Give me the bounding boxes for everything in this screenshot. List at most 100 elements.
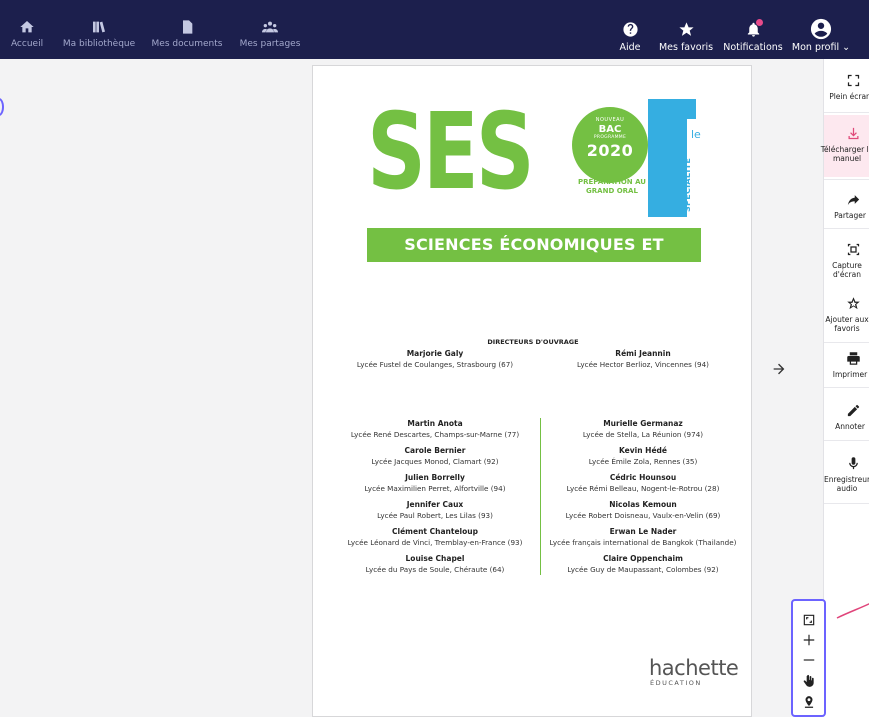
- nav-notifications[interactable]: Notifications: [723, 0, 783, 59]
- author-school: Lycée Léonard de Vinci, Tremblay-en-Fran…: [347, 538, 523, 547]
- nav-ma-bibliotheque[interactable]: Ma bibliothèque: [62, 0, 136, 59]
- pencil-icon: [847, 404, 859, 417]
- author-name: Carole Bernier: [404, 446, 466, 455]
- author-name: Nicolas Kemoun: [609, 500, 677, 509]
- publisher-name: hachette: [649, 656, 739, 680]
- pink-annotation-stroke: [836, 603, 869, 619]
- author-name: Jennifer Caux: [406, 500, 464, 509]
- author-school: Lycée Émile Zola, Rennes (35): [588, 457, 698, 466]
- screenshot-button[interactable]: Capture d'écran: [824, 242, 869, 279]
- author-school: Lycée français international de Bangkok …: [549, 538, 737, 547]
- author-entry: Kevin Hédé Lycée Émile Zola, Rennes (35): [543, 446, 743, 466]
- download-manual-button[interactable]: Télécharger le manuel: [821, 115, 869, 177]
- author-entry: Cédric Hounsou Lycée Rémi Belleau, Nogen…: [543, 473, 743, 493]
- user-icon: [810, 18, 832, 40]
- author-name: Martin Anota: [407, 419, 463, 428]
- author-school: Lycée Robert Doisneau, Vaulx-en-Velin (6…: [565, 511, 721, 520]
- toolbar-separator: [824, 112, 869, 113]
- add-to-favorites-button[interactable]: Ajouter aux favoris: [824, 296, 869, 333]
- author-entry: Martin Anota Lycée René Descartes, Champ…: [335, 419, 535, 439]
- author-entry: Julien Borrelly Lycée Maximilien Perret,…: [335, 473, 535, 493]
- toolbar-separator: [824, 179, 869, 180]
- publisher-sub: ÉDUCATION: [650, 679, 702, 687]
- director-school: Lycée Hector Berlioz, Vincennes (94): [577, 360, 709, 369]
- badge-nouveau: NOUVEAU: [595, 117, 625, 123]
- t-letter-stem: [648, 115, 687, 217]
- toolbar-separator: [824, 503, 869, 504]
- fullscreen-button[interactable]: Plein écran: [824, 73, 869, 101]
- director-2: Rémi Jeannin Lycée Hector Berlioz, Vince…: [543, 349, 743, 369]
- nav-mes-favoris[interactable]: Mes favoris: [658, 0, 714, 59]
- chevron-down-icon: ⌄: [842, 42, 851, 53]
- nav-ma-bibliotheque-label: Ma bibliothèque: [62, 39, 136, 49]
- authors-left-column: Martin Anota Lycée René Descartes, Champ…: [335, 419, 535, 581]
- directors-title: DIRECTEURS D'OUVRAGE: [487, 338, 579, 346]
- next-page-button[interactable]: [757, 340, 801, 398]
- author-name: Clément Chanteloup: [392, 527, 478, 536]
- print-label: Imprimer: [832, 370, 868, 379]
- fit-page-icon: [803, 614, 815, 626]
- author-name: Julien Borrelly: [405, 473, 465, 482]
- author-name: Cédric Hounsou: [609, 473, 677, 482]
- top-navigation-bar: Accueil Ma bibliothèque Mes documents Me…: [0, 0, 869, 59]
- download-manual-label: Télécharger le manuel: [820, 145, 869, 163]
- author-entry: Murielle Germanaz Lycée de Stella, La Ré…: [543, 419, 743, 439]
- toolbar-separator: [824, 228, 869, 229]
- zoom-out-button[interactable]: [801, 652, 817, 668]
- audio-recorder-label: Enregistreur audio: [823, 475, 869, 493]
- nav-mes-documents[interactable]: Mes documents: [152, 0, 222, 59]
- annotate-button[interactable]: Annoter: [824, 403, 869, 431]
- book-page: SES NOUVEAU BAC PROGRAMME 2020 PRÉPARATI…: [312, 65, 752, 717]
- nav-mes-favoris-label: Mes favoris: [658, 42, 714, 53]
- help-icon: [622, 22, 638, 37]
- nav-accueil-label: Accueil: [10, 39, 44, 49]
- nav-mes-partages-label: Mes partages: [239, 39, 301, 49]
- star-icon: [678, 22, 694, 36]
- notification-badge: [756, 19, 763, 26]
- nav-aide-label: Aide: [619, 42, 641, 53]
- author-name: Murielle Germanaz: [603, 419, 683, 428]
- nav-accueil[interactable]: Accueil: [10, 0, 44, 59]
- share-button[interactable]: Partager: [824, 192, 869, 220]
- author-entry: Erwan Le Nader Lycée français internatio…: [543, 527, 743, 547]
- author-entry: Clément Chanteloup Lycée Léonard de Vinc…: [335, 527, 535, 547]
- author-school: Lycée René Descartes, Champs-sur-Marne (…: [350, 430, 520, 439]
- zoom-controls: [791, 599, 826, 717]
- print-icon: [846, 352, 860, 365]
- director-1: Marjorie Galy Lycée Fustel de Coulanges,…: [335, 349, 535, 369]
- fit-page-button[interactable]: [801, 612, 817, 628]
- audio-recorder-button[interactable]: Enregistreur audio: [824, 456, 869, 493]
- nav-mes-partages[interactable]: Mes partages: [239, 0, 301, 59]
- arrow-right-icon: [773, 363, 785, 375]
- badge-programme: PROGRAMME: [593, 135, 627, 140]
- authors-right-column: Murielle Germanaz Lycée de Stella, La Ré…: [543, 419, 743, 581]
- author-name: Louise Chapel: [405, 554, 465, 563]
- print-button[interactable]: Imprimer: [824, 351, 869, 379]
- screenshot-icon: [847, 243, 859, 256]
- toolbar-separator: [824, 342, 869, 343]
- author-entry: Louise Chapel Lycée du Pays de Soule, Ch…: [335, 554, 535, 574]
- download-icon: [848, 127, 858, 140]
- author-entry: Nicolas Kemoun Lycée Robert Doisneau, Va…: [543, 500, 743, 520]
- author-school: Lycée Maximilien Perret, Alfortville (94…: [364, 484, 506, 493]
- author-school: Lycée Paul Robert, Les Lilas (93): [377, 511, 493, 520]
- t-suffix: le: [691, 128, 701, 141]
- zoom-in-button[interactable]: [801, 632, 817, 648]
- toolbar-separator: [824, 440, 869, 441]
- director-school: Lycée Fustel de Coulanges, Strasbourg (6…: [356, 360, 514, 369]
- toolbar-separator: [824, 387, 869, 388]
- microphone-icon: [848, 457, 858, 470]
- nav-mon-profil[interactable]: Mon profil ⌄: [790, 0, 852, 59]
- pan-hand-icon: [803, 674, 814, 687]
- nav-mon-profil-text: Mon profil ⌄: [792, 42, 850, 53]
- author-name: Erwan Le Nader: [609, 527, 677, 536]
- add-to-favorites-label: Ajouter aux favoris: [825, 315, 869, 333]
- zoom-in-icon: [803, 634, 815, 646]
- screenshot-label: Capture d'écran: [832, 261, 862, 279]
- nav-aide[interactable]: Aide: [617, 0, 643, 59]
- pan-button[interactable]: [801, 673, 817, 689]
- share-label: Partager: [834, 211, 866, 220]
- location-pin-button[interactable]: [801, 694, 817, 710]
- publisher-logo: hachette ÉDUCATION: [649, 656, 739, 687]
- author-school: Lycée Jacques Monod, Clamart (92): [371, 457, 499, 466]
